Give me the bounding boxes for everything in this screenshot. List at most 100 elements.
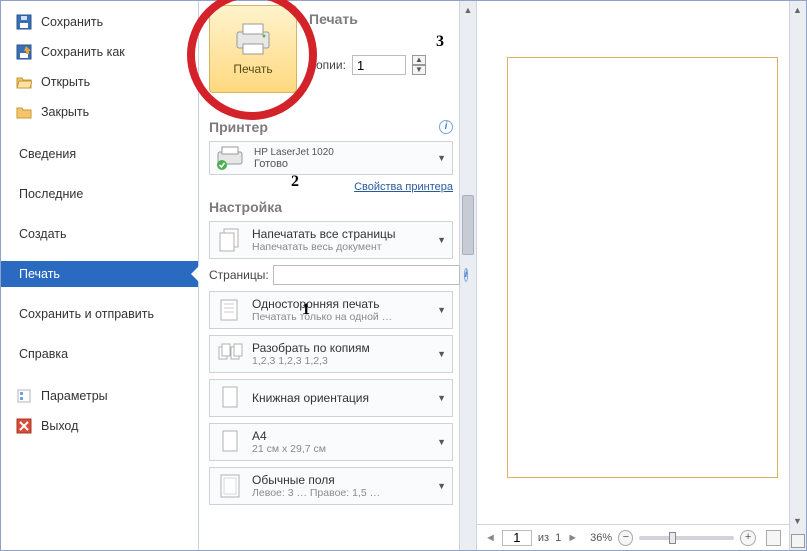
prev-page-button[interactable]: ◄ (485, 532, 496, 544)
option-sides-sub: Печатать только на одной … (252, 311, 392, 323)
sidebar-close[interactable]: Закрыть (1, 97, 198, 127)
paper-size-icon (216, 428, 244, 456)
option-paper-size-sub: 21 см x 29,7 см (252, 443, 326, 455)
page-total: 1 (555, 532, 561, 544)
sidebar-new[interactable]: Создать (1, 221, 198, 247)
option-orientation[interactable]: Книжная ориентация ▼ (209, 379, 453, 417)
sidebar-save-label: Сохранить (41, 15, 103, 29)
chevron-down-icon: ▼ (437, 305, 446, 315)
option-sides[interactable]: Односторонняя печать Печатать только на … (209, 291, 453, 329)
sidebar-options-label: Параметры (41, 389, 108, 403)
printer-icon (233, 22, 273, 56)
copies-label: Копии: (309, 58, 346, 72)
option-collate-title: Разобрать по копиям (252, 341, 370, 355)
chevron-down-icon: ▼ (437, 153, 446, 163)
page-number-input[interactable] (502, 530, 532, 546)
sidebar-save-as[interactable]: Сохранить как (1, 37, 198, 67)
sidebar-exit-label: Выход (41, 419, 78, 433)
option-margins-title: Обычные поля (252, 473, 380, 487)
annotation-1: 1 (302, 301, 310, 319)
sidebar-recent[interactable]: Последние (1, 181, 198, 207)
chevron-down-icon: ▼ (437, 481, 446, 491)
chevron-down-icon: ▼ (437, 437, 446, 447)
option-print-range[interactable]: Напечатать все страницы Напечатать весь … (209, 221, 453, 259)
sidebar-info-label: Сведения (19, 147, 76, 161)
portrait-icon (216, 384, 244, 412)
print-preview-pane: ▲ ▼ ◄ из 1 ► 36% − + (476, 1, 806, 550)
chevron-down-icon: ▼ (437, 393, 446, 403)
pages-all-icon (216, 226, 244, 254)
print-button-label: Печать (233, 62, 272, 76)
sidebar-new-label: Создать (19, 227, 67, 241)
margins-icon (216, 472, 244, 500)
sidebar-save-send-label: Сохранить и отправить (19, 307, 154, 321)
scroll-up-icon[interactable]: ▲ (464, 5, 473, 15)
option-paper-size-title: A4 (252, 429, 326, 443)
page-of-label: из (538, 532, 549, 544)
sidebar-open[interactable]: Открыть (1, 67, 198, 97)
option-margins[interactable]: Обычные поля Левое: 3 … Правое: 1,5 … ▼ (209, 467, 453, 505)
settings-heading: Настройка (209, 199, 453, 215)
exit-icon (15, 417, 33, 435)
chevron-down-icon: ▼ (437, 349, 446, 359)
preview-scrollbar[interactable]: ▲ ▼ (789, 1, 806, 550)
option-collate[interactable]: Разобрать по копиям 1,2,3 1,2,3 1,2,3 ▼ (209, 335, 453, 373)
option-print-range-title: Напечатать все страницы (252, 227, 396, 241)
floppy-icon (15, 13, 33, 31)
preview-status-bar: ◄ из 1 ► 36% − + (477, 524, 789, 550)
sidebar-save-as-label: Сохранить как (41, 45, 125, 59)
pages-label: Страницы: (209, 268, 269, 282)
sidebar-info[interactable]: Сведения (1, 141, 198, 167)
collate-icon (216, 340, 244, 368)
pages-input[interactable] (273, 265, 460, 285)
chevron-down-icon: ▼ (437, 235, 446, 245)
sidebar-help[interactable]: Справка (1, 341, 198, 367)
annotation-3: 3 (436, 33, 444, 51)
info-icon[interactable]: i (439, 120, 453, 134)
print-settings-panel: 3 2 1 Печать Печать Копии: (199, 1, 459, 550)
printer-name: HP LaserJet 1020 (254, 147, 334, 158)
one-side-icon (216, 296, 244, 324)
option-orientation-title: Книжная ориентация (252, 391, 369, 405)
sidebar-options[interactable]: Параметры (1, 381, 198, 411)
zoom-in-button[interactable]: + (740, 530, 755, 546)
sidebar-open-label: Открыть (41, 75, 90, 89)
next-page-button[interactable]: ► (567, 532, 578, 544)
annotation-2: 2 (291, 173, 299, 191)
copies-spinner[interactable]: ▲▼ (412, 55, 426, 75)
option-margins-sub: Левое: 3 … Правое: 1,5 … (252, 487, 380, 499)
zoom-out-button[interactable]: − (618, 530, 633, 546)
printer-device-icon (216, 146, 246, 170)
scroll-down-icon[interactable]: ▼ (793, 516, 802, 526)
folder-open-icon (15, 73, 33, 91)
sidebar-save[interactable]: Сохранить (1, 7, 198, 37)
printer-status: Готово (254, 158, 334, 170)
folder-close-icon (15, 103, 33, 121)
zoom-slider-thumb[interactable] (669, 532, 676, 544)
printer-selector[interactable]: HP LaserJet 1020 Готово ▼ (209, 141, 453, 175)
printer-properties-link[interactable]: Свойства принтера (209, 181, 453, 193)
print-button[interactable]: Печать (209, 5, 297, 93)
option-sides-title: Односторонняя печать (252, 297, 392, 311)
sidebar-help-label: Справка (19, 347, 68, 361)
option-print-range-sub: Напечатать весь документ (252, 241, 396, 253)
print-heading: Печать (309, 11, 453, 27)
sidebar-save-send[interactable]: Сохранить и отправить (1, 301, 198, 327)
scroll-thumb[interactable] (462, 195, 474, 255)
resize-grip-icon[interactable] (791, 534, 805, 548)
zoom-slider[interactable] (639, 536, 734, 540)
zoom-value: 36% (590, 532, 612, 544)
save-as-icon (15, 43, 33, 61)
option-collate-sub: 1,2,3 1,2,3 1,2,3 (252, 355, 370, 367)
option-paper-size[interactable]: A4 21 см x 29,7 см ▼ (209, 423, 453, 461)
sidebar-recent-label: Последние (19, 187, 83, 201)
sidebar-print[interactable]: Печать (1, 261, 198, 287)
preview-page (507, 57, 778, 478)
scroll-up-icon[interactable]: ▲ (793, 5, 802, 15)
fit-to-page-button[interactable] (766, 530, 781, 546)
options-icon (15, 387, 33, 405)
sidebar-close-label: Закрыть (41, 105, 89, 119)
copies-input[interactable] (352, 55, 406, 75)
sidebar-print-label: Печать (19, 267, 60, 281)
sidebar-exit[interactable]: Выход (1, 411, 198, 441)
